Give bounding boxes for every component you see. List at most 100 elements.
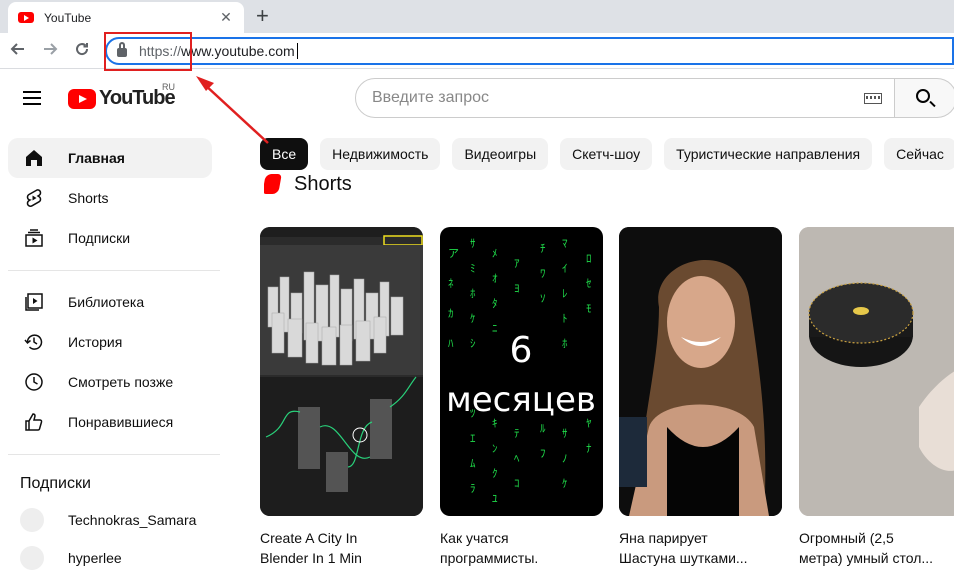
address-bar[interactable]: https://www.youtube.com	[105, 37, 954, 65]
subscription-channel[interactable]: Technokras_Samara	[8, 500, 212, 540]
clock-icon	[25, 373, 43, 391]
chip-video-games[interactable]: Видеоигры	[452, 138, 549, 170]
svg-text:ｶ: ｶ	[448, 307, 454, 320]
chip-real-estate[interactable]: Недвижимость	[320, 138, 441, 170]
svg-text:ﾕ: ﾕ	[492, 492, 498, 505]
chip-sketch-show[interactable]: Скетч-шоу	[560, 138, 653, 170]
short-overlay-number: 6	[510, 330, 533, 371]
short-thumbnail[interactable]	[619, 227, 782, 516]
short-title-line: Как учатся	[440, 530, 509, 546]
svg-text:ア: ア	[448, 247, 459, 260]
short-card[interactable]: Create A City In Blender In 1 Min	[260, 227, 423, 567]
browser-tab-bar: YouTube ✕ +	[0, 0, 954, 33]
short-title[interactable]: Огромный (2,5 метра) умный стол...	[799, 528, 954, 567]
sidebar-item-liked[interactable]: Понравившиеся	[8, 402, 212, 442]
svg-text:ﾍ: ﾍ	[514, 452, 520, 465]
search-button[interactable]	[895, 78, 954, 118]
forward-arrow-icon	[44, 43, 58, 55]
youtube-favicon-icon	[18, 12, 34, 23]
short-title-line: Create A City In	[260, 530, 358, 546]
svg-text:ﾚ: ﾚ	[562, 287, 568, 300]
svg-text:ﾉ: ﾉ	[562, 452, 568, 465]
short-title[interactable]: Create A City In Blender In 1 Min	[260, 528, 423, 567]
short-title-line: Огромный (2,5	[799, 530, 894, 546]
shorts-section-header: Shorts	[264, 172, 954, 196]
sidebar-item-history[interactable]: История	[8, 322, 212, 362]
text-caret	[296, 43, 298, 59]
chip-now[interactable]: Сейчас	[884, 138, 954, 170]
short-thumbnail[interactable]: アﾈｶﾊ ｻﾐﾎｹｼﾂｴﾑﾗ ﾒｵﾀﾆｷﾝｸﾕ ｱﾖﾃﾍｺ ﾁﾜｿﾙﾌ ﾏｲﾚﾄ…	[440, 227, 603, 516]
forward-button[interactable]	[38, 39, 62, 63]
svg-text:ｸ: ｸ	[492, 467, 498, 480]
sidebar-item-shorts[interactable]: Shorts	[8, 178, 212, 218]
sidebar-item-home[interactable]: Главная	[8, 138, 212, 178]
svg-text:ｼ: ｼ	[470, 337, 476, 350]
sidebar: Главная Shorts Подписки Библиотека Истор…	[0, 126, 230, 570]
svg-text:ﾄ: ﾄ	[562, 312, 568, 325]
svg-text:ｻ: ｻ	[562, 427, 568, 440]
back-button[interactable]	[6, 39, 30, 63]
sidebar-item-watch-later[interactable]: Смотреть позже	[8, 362, 212, 402]
chip-all[interactable]: Все	[260, 138, 309, 170]
keyboard-icon[interactable]	[864, 92, 882, 104]
sidebar-item-label: История	[68, 334, 123, 350]
tab-close-icon[interactable]: ✕	[218, 9, 234, 26]
short-card[interactable]: Яна парирует Шастуна шутками...	[619, 227, 782, 567]
svg-text:ﾓ: ﾓ	[586, 302, 592, 315]
sidebar-item-library[interactable]: Библиотека	[8, 282, 212, 322]
sidebar-item-subscriptions[interactable]: Подписки	[8, 218, 212, 258]
svg-text:ｹ: ｹ	[562, 477, 568, 490]
sidebar-divider	[8, 270, 220, 271]
youtube-logo[interactable]: YouTube RU	[68, 82, 176, 110]
new-tab-button[interactable]: +	[256, 4, 269, 28]
svg-text:ﾒ: ﾒ	[492, 247, 498, 260]
back-arrow-icon	[10, 43, 24, 55]
shorts-icon	[26, 189, 42, 207]
svg-text:ﾝ: ﾝ	[492, 442, 498, 455]
subscriptions-heading: Подписки	[20, 475, 91, 492]
svg-text:ｺ: ｺ	[514, 477, 520, 490]
svg-text:ﾆ: ﾆ	[492, 322, 498, 335]
search-input[interactable]	[372, 89, 864, 107]
short-card[interactable]: Огромный (2,5 метра) умный стол...	[799, 227, 954, 567]
sidebar-item-label: Смотреть позже	[68, 374, 174, 390]
svg-text:ﾈ: ﾈ	[448, 277, 454, 290]
youtube-play-icon	[68, 88, 96, 109]
short-title[interactable]: Яна парирует Шастуна шутками...	[619, 528, 782, 567]
svg-text:ﾅ: ﾅ	[586, 442, 592, 455]
thumbs-up-icon	[25, 413, 43, 431]
history-icon	[24, 334, 43, 350]
sidebar-item-label: Понравившиеся	[68, 414, 174, 430]
chip-travel[interactable]: Туристические направления	[664, 138, 873, 170]
svg-text:ﾏ: ﾏ	[562, 237, 568, 250]
menu-icon[interactable]	[23, 91, 41, 105]
short-title-line: Шастуна шутками...	[619, 550, 748, 566]
sidebar-item-label: Подписки	[68, 230, 131, 246]
sidebar-item-label: Библиотека	[68, 294, 145, 310]
smart-table-thumbnail	[799, 227, 954, 516]
svg-text:ﾖ: ﾖ	[514, 282, 520, 295]
shorts-icon	[264, 174, 282, 194]
short-card[interactable]: アﾈｶﾊ ｻﾐﾎｹｼﾂｴﾑﾗ ﾒｵﾀﾆｷﾝｸﾕ ｱﾖﾃﾍｺ ﾁﾜｿﾙﾌ ﾏｲﾚﾄ…	[440, 227, 603, 567]
browser-tab[interactable]: YouTube ✕	[8, 2, 244, 33]
svg-text:ﾃ: ﾃ	[514, 427, 520, 440]
search-icon	[916, 89, 930, 103]
svg-text:ﾙ: ﾙ	[540, 422, 546, 435]
svg-text:ﾁ: ﾁ	[540, 242, 546, 255]
short-thumbnail[interactable]	[260, 227, 423, 516]
short-title[interactable]: Как учатся программисты.	[440, 528, 603, 567]
sidebar-divider	[8, 454, 220, 455]
short-thumbnail[interactable]	[799, 227, 954, 516]
svg-text:ｴ: ｴ	[470, 432, 476, 445]
svg-text:ﾊ: ﾊ	[448, 337, 454, 350]
shorts-shelf: Create A City In Blender In 1 Min アﾈｶﾊ ｻﾐ…	[260, 227, 954, 567]
tab-title: YouTube	[44, 10, 92, 25]
svg-text:ｻ: ｻ	[470, 237, 476, 250]
matrix-code-thumbnail: アﾈｶﾊ ｻﾐﾎｹｼﾂｴﾑﾗ ﾒｵﾀﾆｷﾝｸﾕ ｱﾖﾃﾍｺ ﾁﾜｿﾙﾌ ﾏｲﾚﾄ…	[446, 237, 596, 505]
category-chips: Все Недвижимость Видеоигры Скетч-шоу Туристи…	[260, 138, 954, 170]
search-box	[355, 78, 895, 118]
subscription-channel[interactable]: hyperlee	[8, 538, 212, 578]
reload-button[interactable]	[70, 39, 94, 63]
svg-text:ﾎ: ﾎ	[562, 337, 568, 350]
svg-text:ﾀ: ﾀ	[492, 297, 498, 310]
